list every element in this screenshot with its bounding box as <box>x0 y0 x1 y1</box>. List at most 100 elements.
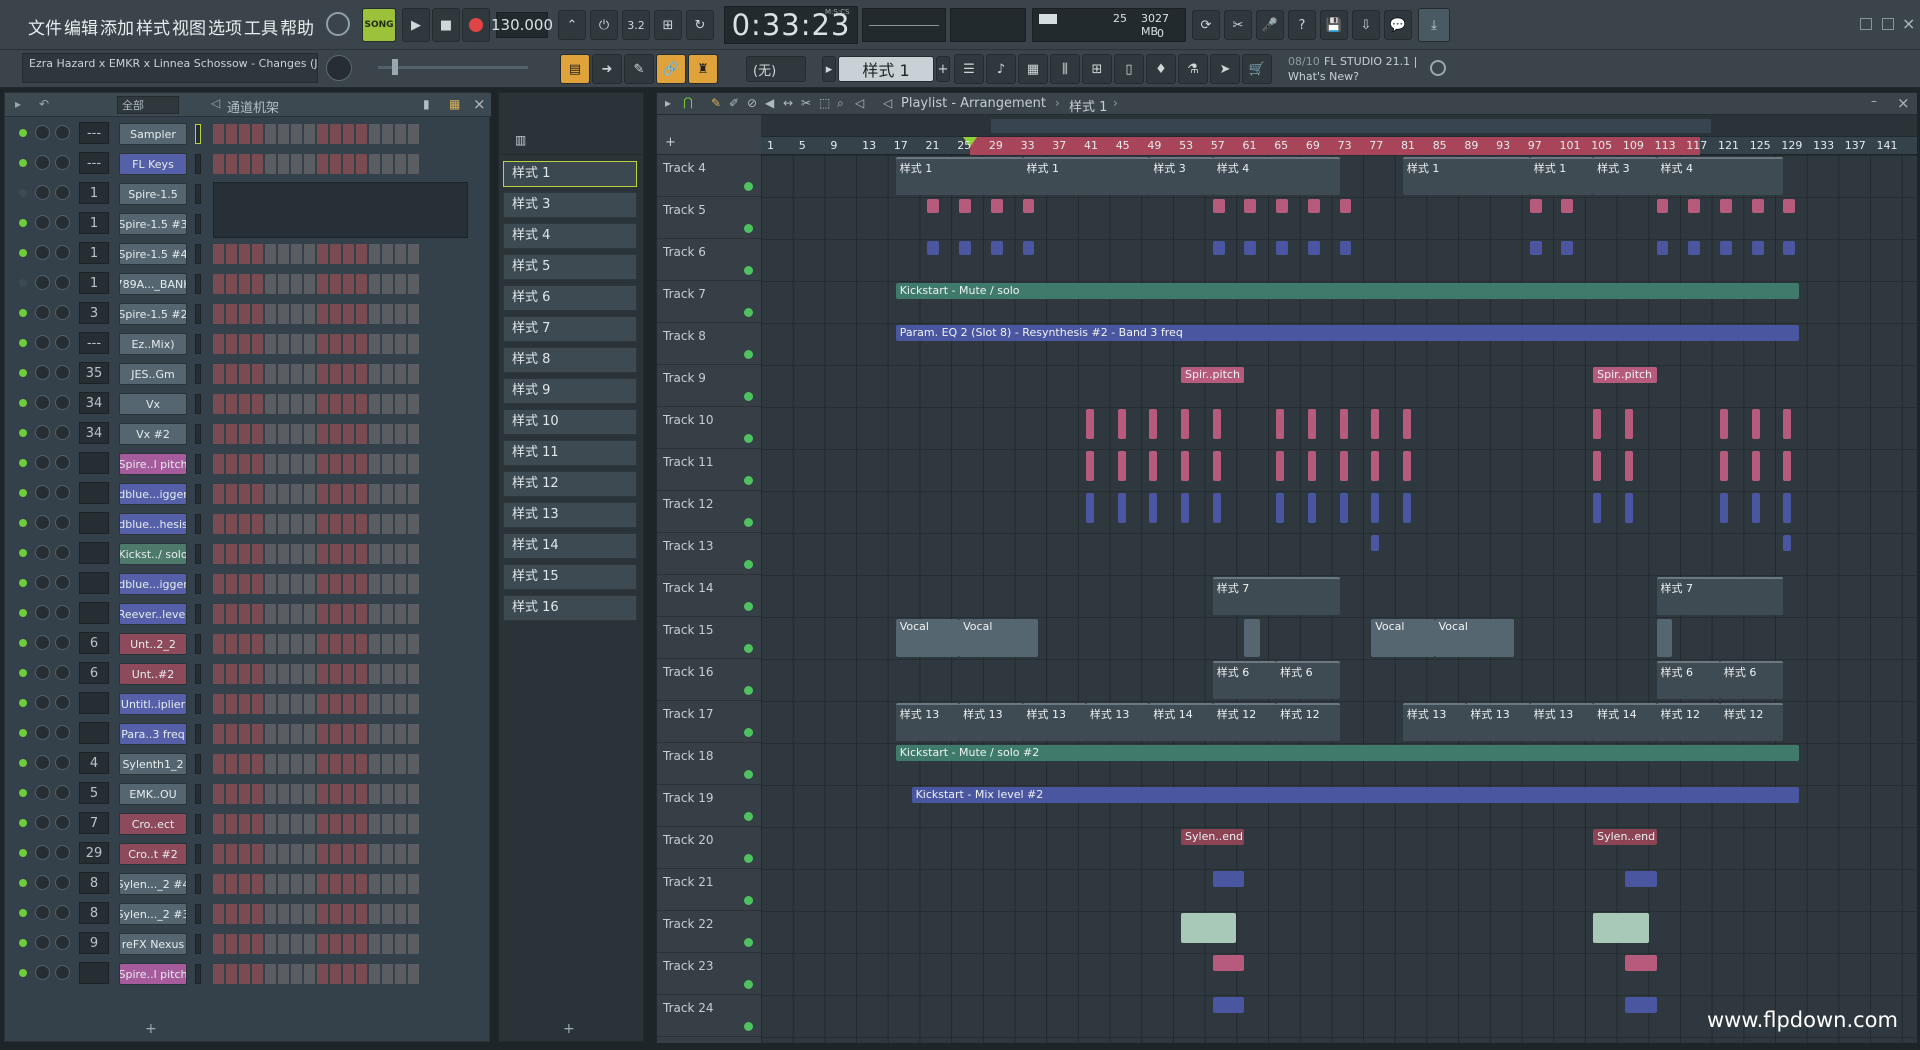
channel-row[interactable]: 8 Sylen..._2 #3 <box>5 898 491 928</box>
step-button[interactable] <box>343 694 354 714</box>
step-button[interactable] <box>330 814 341 834</box>
track-header[interactable]: Track 6 <box>657 239 761 281</box>
microphone-icon[interactable]: 🎤 <box>1256 10 1284 40</box>
channel-mixer-track[interactable] <box>79 602 109 624</box>
add-channel-button[interactable]: + <box>145 1021 157 1037</box>
step-button[interactable] <box>408 934 419 954</box>
step-button[interactable] <box>369 664 380 684</box>
pattern-item[interactable]: 样式 10 <box>503 409 637 435</box>
channel-row[interactable]: 5 EMK..OU <box>5 778 491 808</box>
channel-mixer-track[interactable]: --- <box>79 152 109 174</box>
playlist-clip[interactable] <box>1149 451 1158 481</box>
step-button[interactable] <box>369 514 380 534</box>
channel-select-bar[interactable] <box>195 274 201 294</box>
step-button[interactable] <box>213 814 224 834</box>
step-button[interactable] <box>408 664 419 684</box>
step-sequencer[interactable] <box>213 574 419 594</box>
channel-select-bar[interactable] <box>195 514 201 534</box>
channel-row[interactable]: --- FL Keys <box>5 148 491 178</box>
step-button[interactable] <box>369 274 380 294</box>
globe-icon[interactable] <box>1430 60 1446 76</box>
step-button[interactable] <box>330 274 341 294</box>
step-button[interactable] <box>213 784 224 804</box>
step-button[interactable] <box>356 394 367 414</box>
step-button[interactable] <box>213 514 224 534</box>
step-button[interactable] <box>395 484 406 504</box>
step-button[interactable] <box>226 904 237 924</box>
magnet-icon[interactable]: ⋂ <box>683 95 693 109</box>
pattern-item[interactable]: 样式 14 <box>503 533 637 559</box>
step-button[interactable] <box>265 694 276 714</box>
step-button[interactable] <box>291 334 302 354</box>
step-button[interactable] <box>369 394 380 414</box>
close-rack-icon[interactable]: × <box>473 95 486 113</box>
step-button[interactable] <box>304 364 315 384</box>
channel-pan-knob[interactable] <box>35 905 50 920</box>
step-button[interactable] <box>408 544 419 564</box>
channel-volume-knob[interactable] <box>55 665 70 680</box>
channel-volume-knob[interactable] <box>55 725 70 740</box>
step-button[interactable] <box>265 904 276 924</box>
track-enable-led[interactable] <box>744 560 753 569</box>
step-button[interactable] <box>278 364 289 384</box>
playlist-clip[interactable] <box>1339 409 1348 439</box>
step-button[interactable] <box>356 664 367 684</box>
channel-mute-led[interactable] <box>19 129 27 137</box>
step-button[interactable] <box>291 964 302 984</box>
channel-select-bar[interactable] <box>195 934 201 954</box>
step-button[interactable] <box>239 454 250 474</box>
step-button[interactable] <box>343 154 354 174</box>
channel-mute-led[interactable] <box>19 459 27 467</box>
channel-select-bar[interactable] <box>195 904 201 924</box>
playlist-clip[interactable] <box>1085 493 1094 523</box>
playlist-view-icon[interactable]: ▤ <box>560 54 590 84</box>
step-button[interactable] <box>395 604 406 624</box>
step-button[interactable] <box>239 394 250 414</box>
play-button[interactable]: ▶ <box>402 8 430 42</box>
step-button[interactable] <box>343 874 354 894</box>
channel-mixer-track[interactable]: 8 <box>79 902 109 924</box>
channel-name-button[interactable]: Spire..l pitch <box>119 453 187 475</box>
channel-mixer-track[interactable]: 9 <box>79 932 109 954</box>
step-button[interactable] <box>213 394 224 414</box>
audio-editor-icon[interactable]: ➤ <box>1210 54 1240 84</box>
channel-mute-led[interactable] <box>19 579 27 587</box>
step-sequencer[interactable] <box>213 484 419 504</box>
track-header[interactable]: Track 24 <box>657 995 761 1037</box>
step-button[interactable] <box>408 484 419 504</box>
channel-pan-knob[interactable] <box>35 245 50 260</box>
track-enable-led[interactable] <box>744 308 753 317</box>
step-button[interactable] <box>265 484 276 504</box>
step-button[interactable] <box>408 604 419 624</box>
step-button[interactable] <box>213 664 224 684</box>
playlist-clip[interactable] <box>1783 409 1792 439</box>
step-button[interactable] <box>395 754 406 774</box>
delete-tool-icon[interactable]: ⊘ <box>747 96 757 110</box>
track-enable-led[interactable] <box>744 266 753 275</box>
channel-mixer-track[interactable]: 7 <box>79 812 109 834</box>
channel-pan-knob[interactable] <box>35 275 50 290</box>
channel-mixer-track[interactable]: 1 <box>79 182 109 204</box>
step-button[interactable] <box>369 124 380 144</box>
step-button[interactable] <box>239 424 250 444</box>
step-button[interactable] <box>356 904 367 924</box>
track-enable-led[interactable] <box>744 350 753 359</box>
step-button[interactable] <box>317 394 328 414</box>
step-button[interactable] <box>395 934 406 954</box>
step-button[interactable] <box>382 424 393 444</box>
step-button[interactable] <box>278 874 289 894</box>
step-button[interactable] <box>369 754 380 774</box>
close-playlist-icon[interactable]: × <box>1897 94 1910 112</box>
step-button[interactable] <box>213 424 224 444</box>
mute-tool-icon[interactable]: ◀ <box>765 96 774 110</box>
step-button[interactable] <box>252 364 263 384</box>
step-sequencer[interactable] <box>213 754 419 774</box>
step-button[interactable] <box>317 364 328 384</box>
menu-help[interactable]: 帮助 <box>280 14 314 39</box>
channel-volume-knob[interactable] <box>55 305 70 320</box>
step-button[interactable] <box>304 544 315 564</box>
step-button[interactable] <box>252 904 263 924</box>
step-button[interactable] <box>369 424 380 444</box>
step-button[interactable] <box>304 874 315 894</box>
step-button[interactable] <box>356 934 367 954</box>
